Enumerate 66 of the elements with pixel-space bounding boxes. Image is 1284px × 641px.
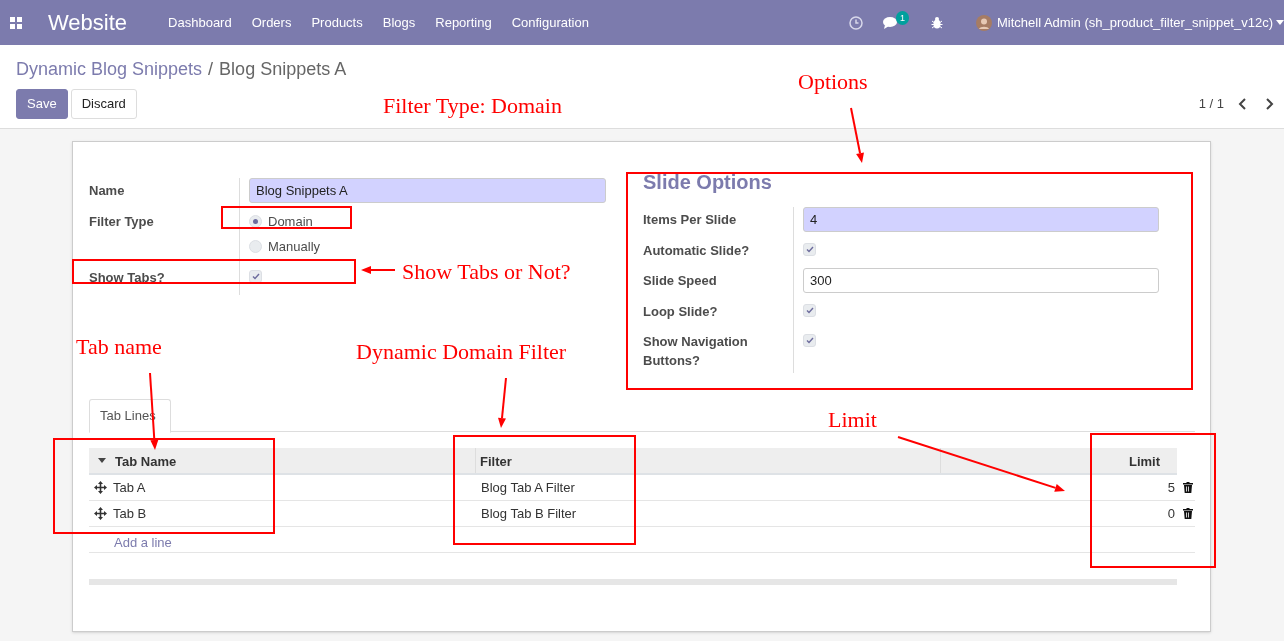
avatar-icon[interactable] [975,14,992,31]
field-label: Name [89,182,126,200]
field-label: Show Tabs? [89,269,166,287]
menu-item[interactable]: Dashboard [168,12,232,33]
input-field[interactable]: 300 [803,268,1159,293]
clock-icon[interactable] [848,15,863,30]
radio-option[interactable]: Manually [249,234,606,259]
field-label: Slide Speed [643,272,718,290]
delete-icon[interactable] [1183,508,1193,519]
menu-item[interactable]: Reporting [435,12,492,33]
column-header[interactable]: Filter [475,448,940,473]
menu-item[interactable]: Blogs [382,12,416,33]
table-cell-text: 5 [1166,478,1176,497]
annotation-label: Limit [828,407,877,433]
table-cell-text: Tab A [112,478,147,497]
annotation-label: Options [798,69,868,95]
next-icon[interactable] [1264,98,1274,110]
field-label: Loop Slide? [643,303,719,321]
table-cell-text: Tab B [112,504,148,523]
table-cell-text: 0 [1166,504,1176,523]
arrow [850,107,864,163]
bug-icon[interactable] [930,16,943,29]
menu-item[interactable]: Products [311,12,363,33]
field-label: Automatic Slide? [643,242,751,260]
caret-icon[interactable] [98,458,106,463]
annotation-label: Filter Type: Domain [383,93,562,119]
horizontal-scrollbar[interactable] [89,579,1177,585]
save-button[interactable]: Save [16,89,68,119]
app-title[interactable]: Website [48,6,128,39]
annotation-label: Dynamic Domain Filter [356,339,567,365]
input-field[interactable]: Blog Snippets A [249,178,606,203]
breadcrumb-separator: / [208,57,214,81]
breadcrumb-link[interactable]: Dynamic Blog Snippets [16,55,203,83]
table-cell-text: Blog Tab B Filter [480,504,578,523]
message-count-badge: 1 [895,10,909,25]
column-header[interactable]: Limit [940,448,1177,473]
arrow [361,266,396,274]
delete-icon[interactable] [1183,482,1193,493]
add-line-link[interactable]: Add a line [114,532,172,553]
checkbox[interactable] [803,243,816,256]
discard-button[interactable]: Discard [70,89,137,119]
drag-handle-icon[interactable] [94,507,107,520]
drag-handle-icon[interactable] [94,481,107,494]
user-menu[interactable]: Mitchell Admin (sh_product_filter_snippet_v12c) [996,12,1273,33]
field-label: Filter Type [89,213,155,231]
column-header[interactable]: Tab Name [111,448,475,473]
apps-menu-icon[interactable] [10,16,22,29]
checkbox[interactable] [803,334,816,347]
breadcrumb-current: Blog Snippets A [219,57,347,81]
annotation-label: Show Tabs or Not? [402,259,571,285]
previous-icon[interactable] [1238,98,1248,110]
input-field[interactable]: 4 [803,207,1159,232]
field-label: Items Per Slide [643,211,738,229]
annotation-label: Tab name [76,334,162,360]
radio-option[interactable]: Domain [249,209,606,234]
caret-icon [1276,20,1284,25]
checkbox[interactable] [803,304,816,317]
table-cell-text: Blog Tab A Filter [480,478,576,497]
section-title: Slide Options [643,170,773,195]
menu-item[interactable]: Orders [251,12,292,33]
pager-counter: 1 / 1 [1198,95,1224,114]
radio-button[interactable] [249,240,262,253]
chat-icon[interactable] [882,15,899,30]
field-label: Show Navigation Buttons? [643,333,749,370]
arrow [498,377,507,428]
menu-item[interactable]: Configuration [511,12,589,33]
